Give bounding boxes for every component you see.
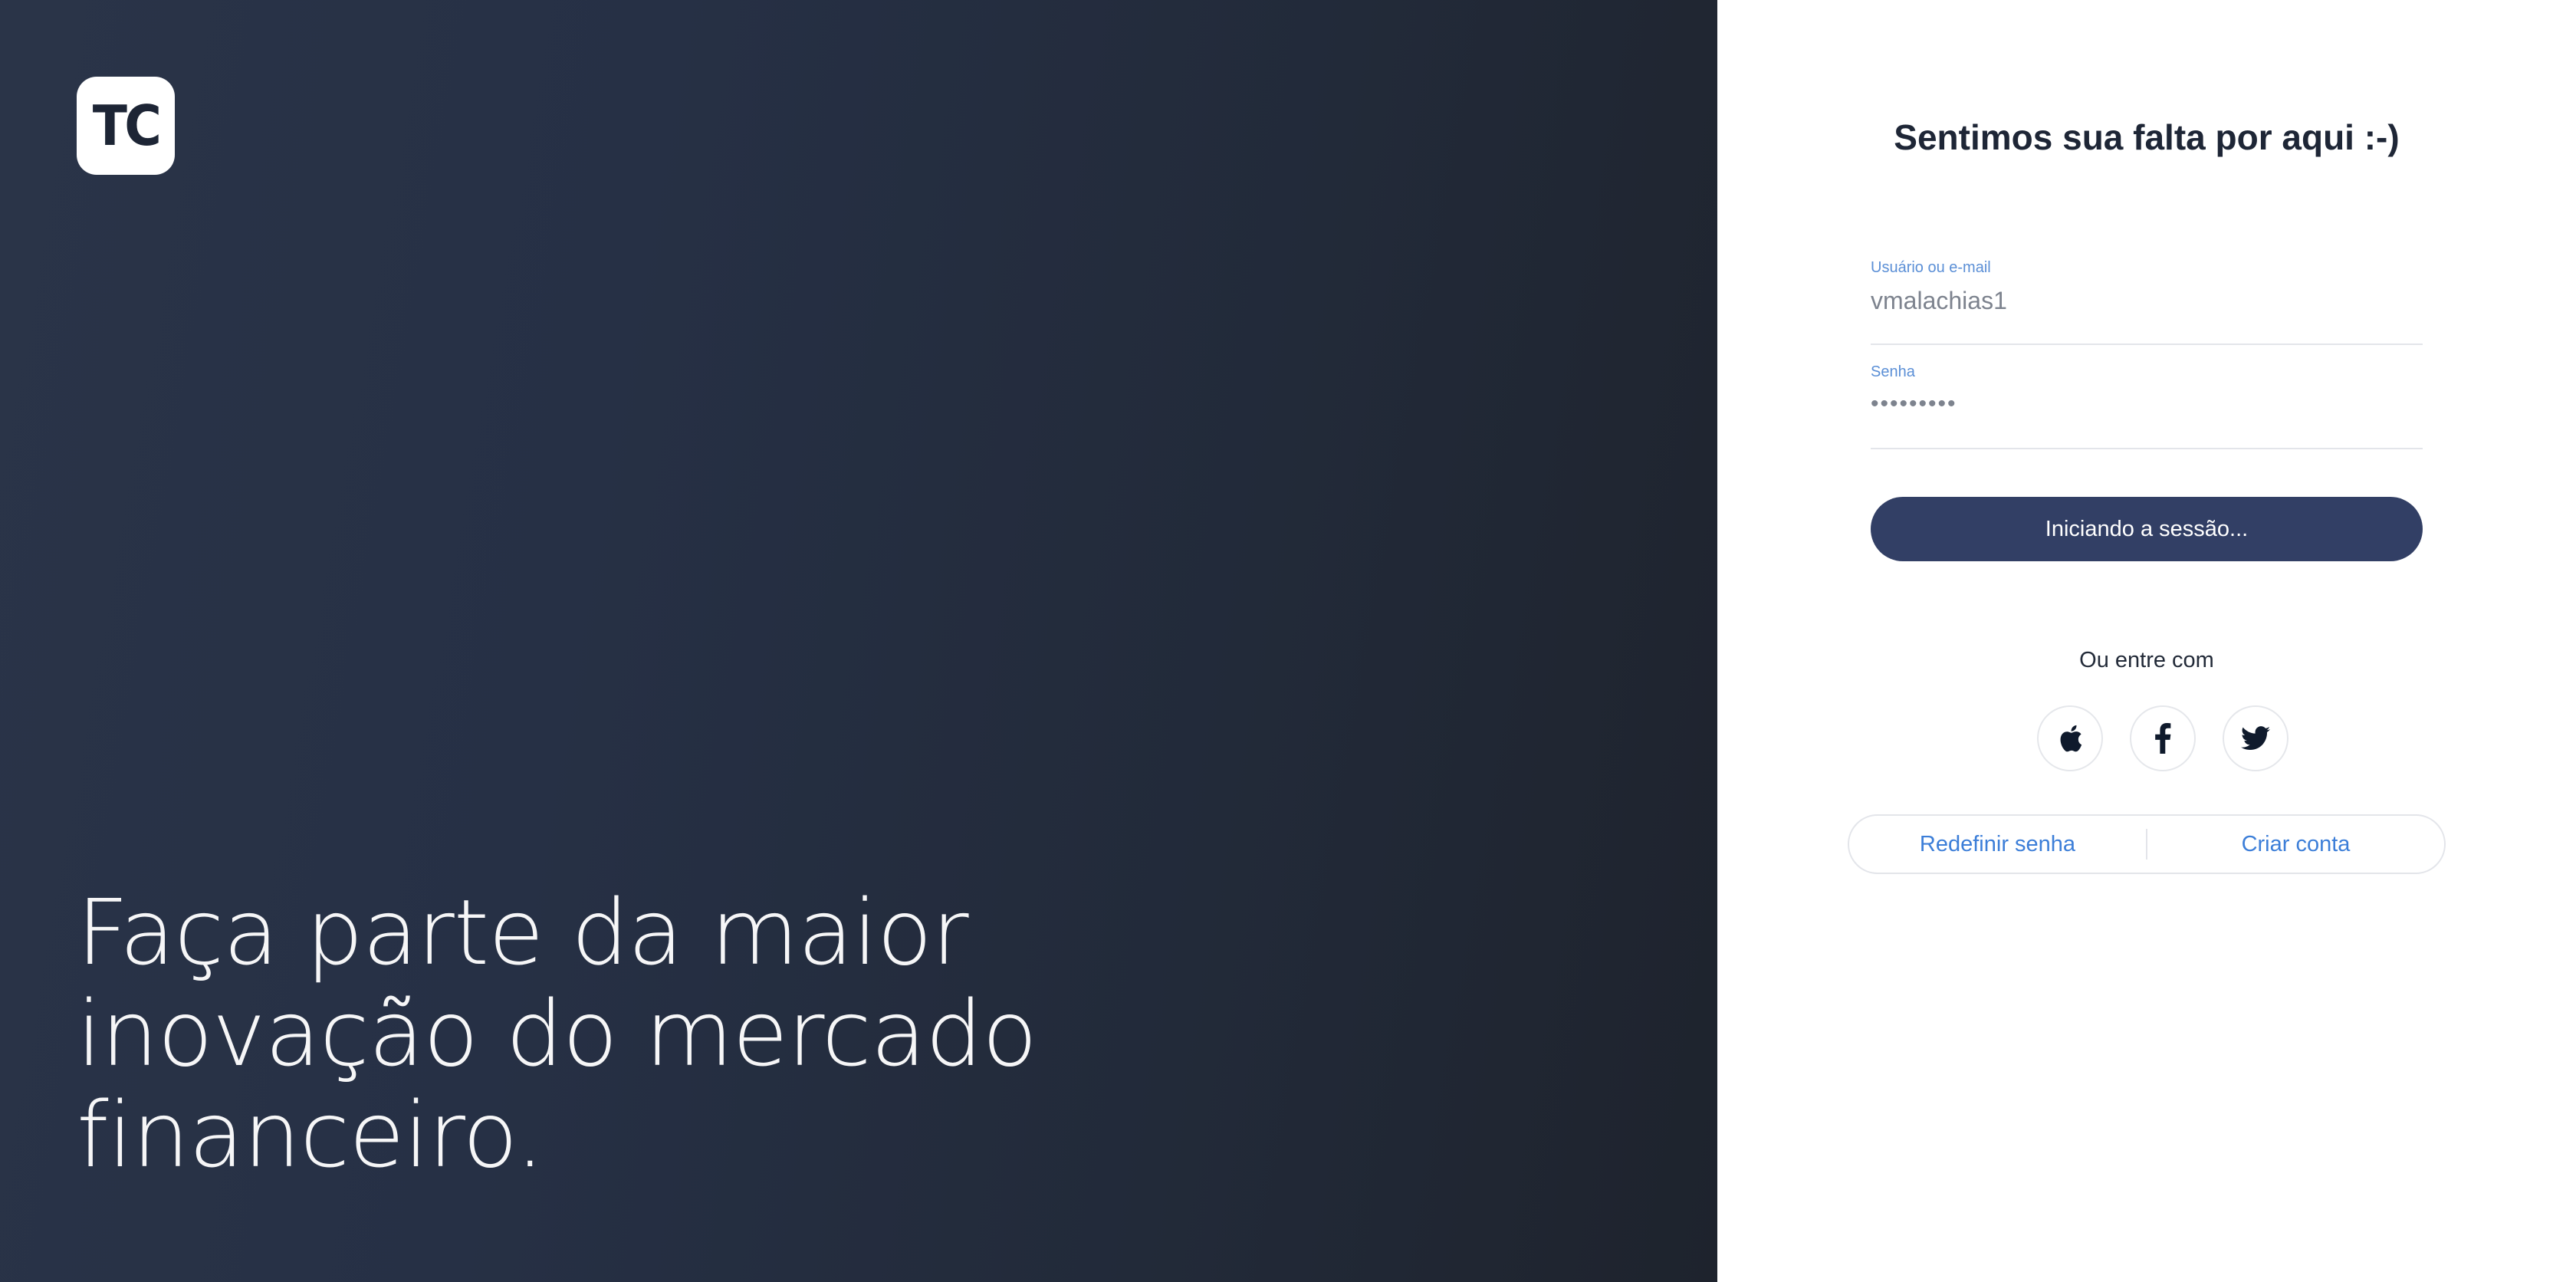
login-panel: Sentimos sua falta por aqui :-) Usuário … bbox=[1717, 0, 2576, 1282]
login-submit-button[interactable]: Iniciando a sessão... bbox=[1871, 497, 2423, 561]
hero-headline: Faça parte da maior inovação do mercado … bbox=[77, 882, 1073, 1185]
logo-text: TC bbox=[92, 94, 162, 158]
hero-headline-line-3: financeiro. bbox=[77, 1082, 544, 1188]
hero-headline-line-2: inovação do mercado bbox=[77, 981, 1037, 1086]
login-page: TC Faça parte da maior inovação do merca… bbox=[0, 0, 2576, 1282]
facebook-login-button[interactable] bbox=[2130, 705, 2196, 771]
alt-login-text: Ou entre com bbox=[2079, 648, 2214, 672]
password-input[interactable] bbox=[1871, 391, 2407, 417]
apple-login-button[interactable] bbox=[2037, 705, 2103, 771]
username-field: Usuário ou e-mail bbox=[1871, 259, 2423, 345]
username-input[interactable] bbox=[1871, 287, 2407, 315]
create-account-link[interactable]: Criar conta bbox=[2147, 832, 2444, 857]
apple-icon bbox=[2060, 725, 2082, 752]
tc-logo: TC bbox=[77, 77, 175, 175]
password-field: Senha bbox=[1871, 363, 2423, 449]
username-label: Usuário ou e-mail bbox=[1871, 259, 1991, 276]
twitter-icon bbox=[2241, 726, 2270, 751]
hero-panel: TC Faça parte da maior inovação do merca… bbox=[0, 0, 1717, 1282]
facebook-icon bbox=[2155, 723, 2171, 754]
password-label: Senha bbox=[1871, 363, 1915, 380]
hero-headline-line-1: Faça parte da maior bbox=[77, 879, 969, 985]
reset-password-link[interactable]: Redefinir senha bbox=[1849, 832, 2146, 857]
account-links: Redefinir senha Criar conta bbox=[1848, 814, 2446, 874]
twitter-login-button[interactable] bbox=[2223, 705, 2288, 771]
login-title: Sentimos sua falta por aqui :-) bbox=[1894, 117, 2400, 157]
